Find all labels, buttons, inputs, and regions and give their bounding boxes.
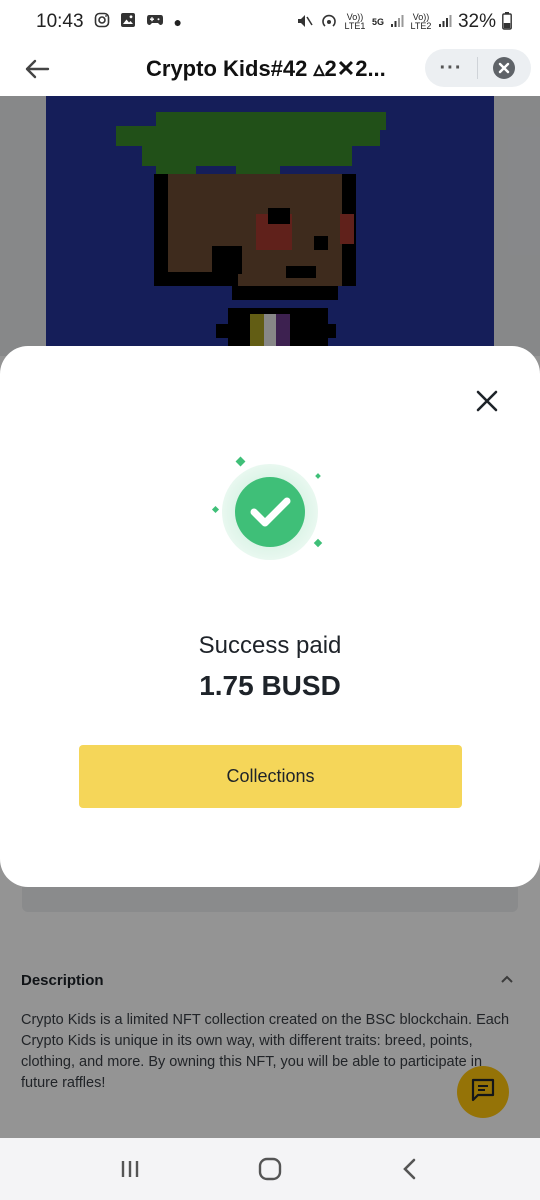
- status-left: 10:43 ●: [36, 11, 182, 33]
- network-label-5g: 5G: [371, 16, 384, 27]
- back-nav-icon[interactable]: [380, 1149, 440, 1189]
- paid-amount: 1.75 BUSD: [199, 670, 341, 701]
- instagram-icon: [94, 12, 110, 33]
- home-icon[interactable]: [240, 1149, 300, 1189]
- chat-icon: [470, 1077, 496, 1108]
- close-circle-icon[interactable]: [478, 56, 530, 80]
- collections-button[interactable]: Collections: [79, 745, 462, 808]
- network-label-1: Vo)) LTE1: [344, 12, 366, 31]
- chat-button[interactable]: [457, 1066, 509, 1118]
- status-right: Vo)) LTE1 5G Vo)) LTE2 32%: [296, 11, 512, 33]
- system-nav-bar: [0, 1138, 540, 1200]
- network-label-2: Vo)) LTE2: [410, 12, 432, 31]
- back-arrow-icon[interactable]: [22, 54, 52, 84]
- status-time: 10:43: [36, 11, 84, 32]
- more-button[interactable]: ···: [425, 57, 477, 80]
- success-check-icon: [210, 456, 328, 566]
- status-bar: 10:43 ● Vo)) LTE1 5G Vo)) LTE2 32%: [0, 0, 540, 44]
- signal-icon: [390, 14, 404, 31]
- mute-icon: [296, 13, 314, 32]
- payment-success-modal: Success paid 1.75 BUSD Collections: [0, 346, 540, 887]
- gallery-icon: [120, 12, 136, 33]
- page-title: Crypto Kids#42 ▵2✕2...: [146, 56, 386, 81]
- close-icon[interactable]: [472, 386, 502, 416]
- battery-level: 32%: [457, 11, 496, 32]
- signal-icon-2: [438, 14, 452, 31]
- battery-icon: [502, 11, 512, 33]
- hotspot-icon: [320, 13, 338, 32]
- app-header: Crypto Kids#42 ▵2✕2... ···: [0, 44, 540, 96]
- mini-program-capsule: ···: [425, 49, 531, 87]
- success-label: Success paid: [198, 632, 342, 659]
- dot-icon: ●: [173, 14, 183, 30]
- recent-apps-icon[interactable]: [100, 1149, 160, 1189]
- game-icon: [146, 12, 164, 33]
